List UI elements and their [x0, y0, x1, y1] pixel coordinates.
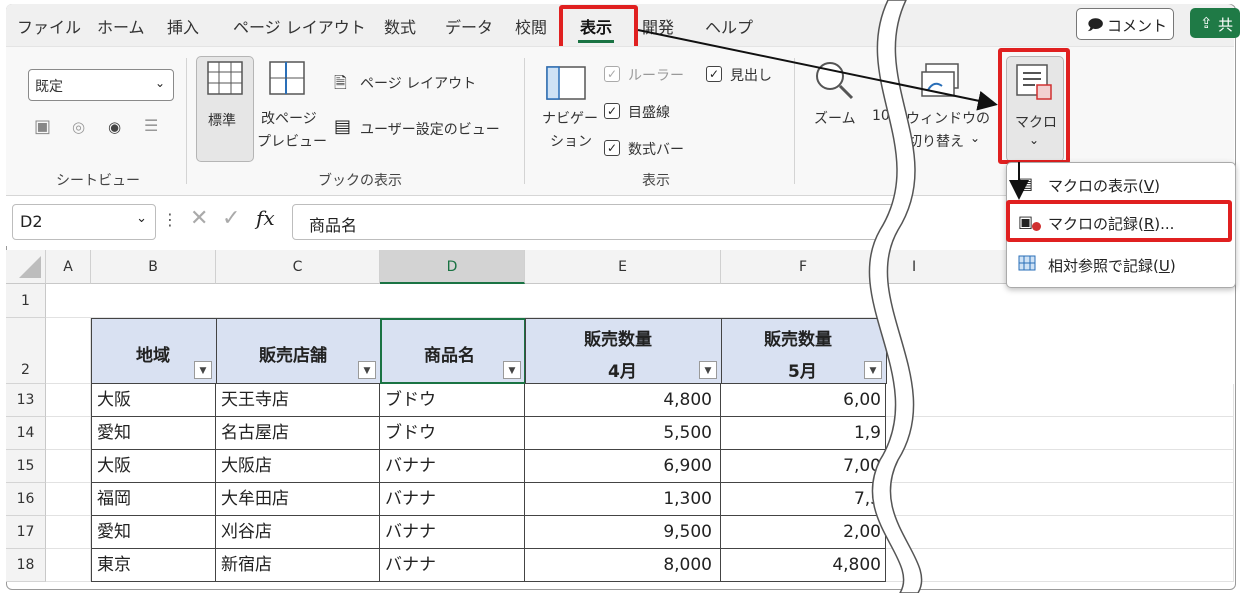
arrow-to-macros: [637, 29, 998, 111]
annotation-arrows: [637, 29, 1029, 200]
